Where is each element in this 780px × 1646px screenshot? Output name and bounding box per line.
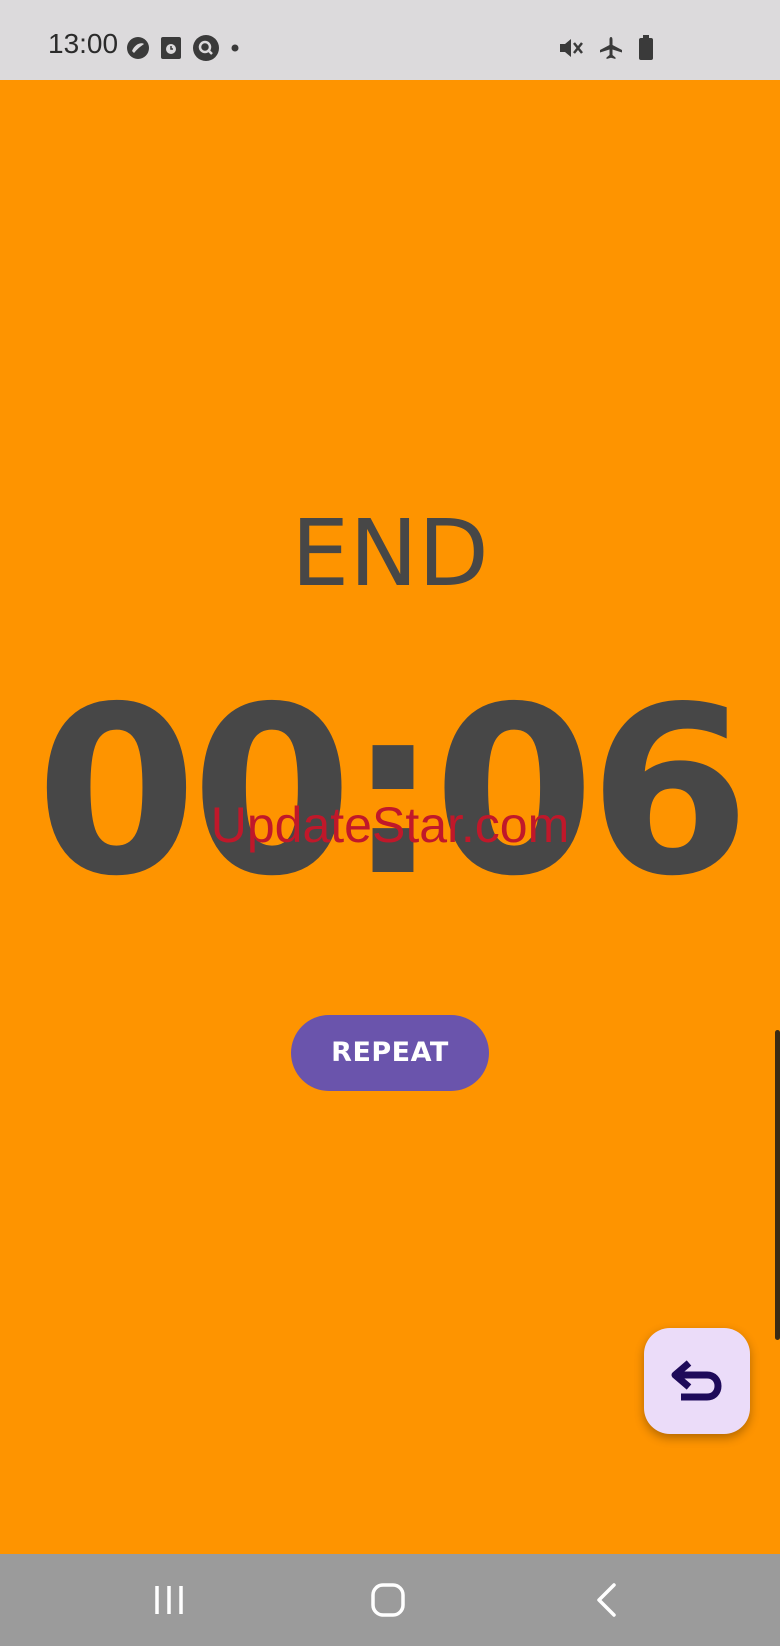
status-bar: 13:00 — [0, 0, 780, 80]
status-left-icons — [126, 34, 240, 62]
phase-label: END — [291, 500, 489, 607]
recent-apps-icon — [152, 1584, 186, 1616]
scrollbar[interactable] — [775, 1030, 780, 1340]
undo-fab-button[interactable] — [644, 1328, 750, 1434]
watermark: UpdateStar.com — [210, 797, 570, 853]
airplane-icon — [598, 35, 624, 61]
back-icon — [594, 1582, 618, 1618]
repeat-button[interactable]: REPEAT — [291, 1015, 489, 1091]
back-button[interactable] — [578, 1576, 634, 1624]
more-dot-icon — [230, 43, 240, 53]
status-right-icons — [558, 34, 654, 62]
home-button[interactable] — [360, 1576, 416, 1624]
battery-icon — [638, 35, 654, 61]
clock-app-icon — [160, 36, 182, 60]
search-app-icon — [192, 34, 220, 62]
navigation-bar — [0, 1554, 780, 1646]
status-time: 13:00 — [48, 28, 119, 59]
home-icon — [370, 1582, 406, 1618]
mute-icon — [558, 36, 584, 60]
timer-display: 00:06 — [35, 657, 750, 927]
undo-arrow-icon — [671, 1359, 723, 1403]
recent-apps-button[interactable] — [141, 1576, 197, 1624]
notification-app-icon — [126, 36, 150, 60]
